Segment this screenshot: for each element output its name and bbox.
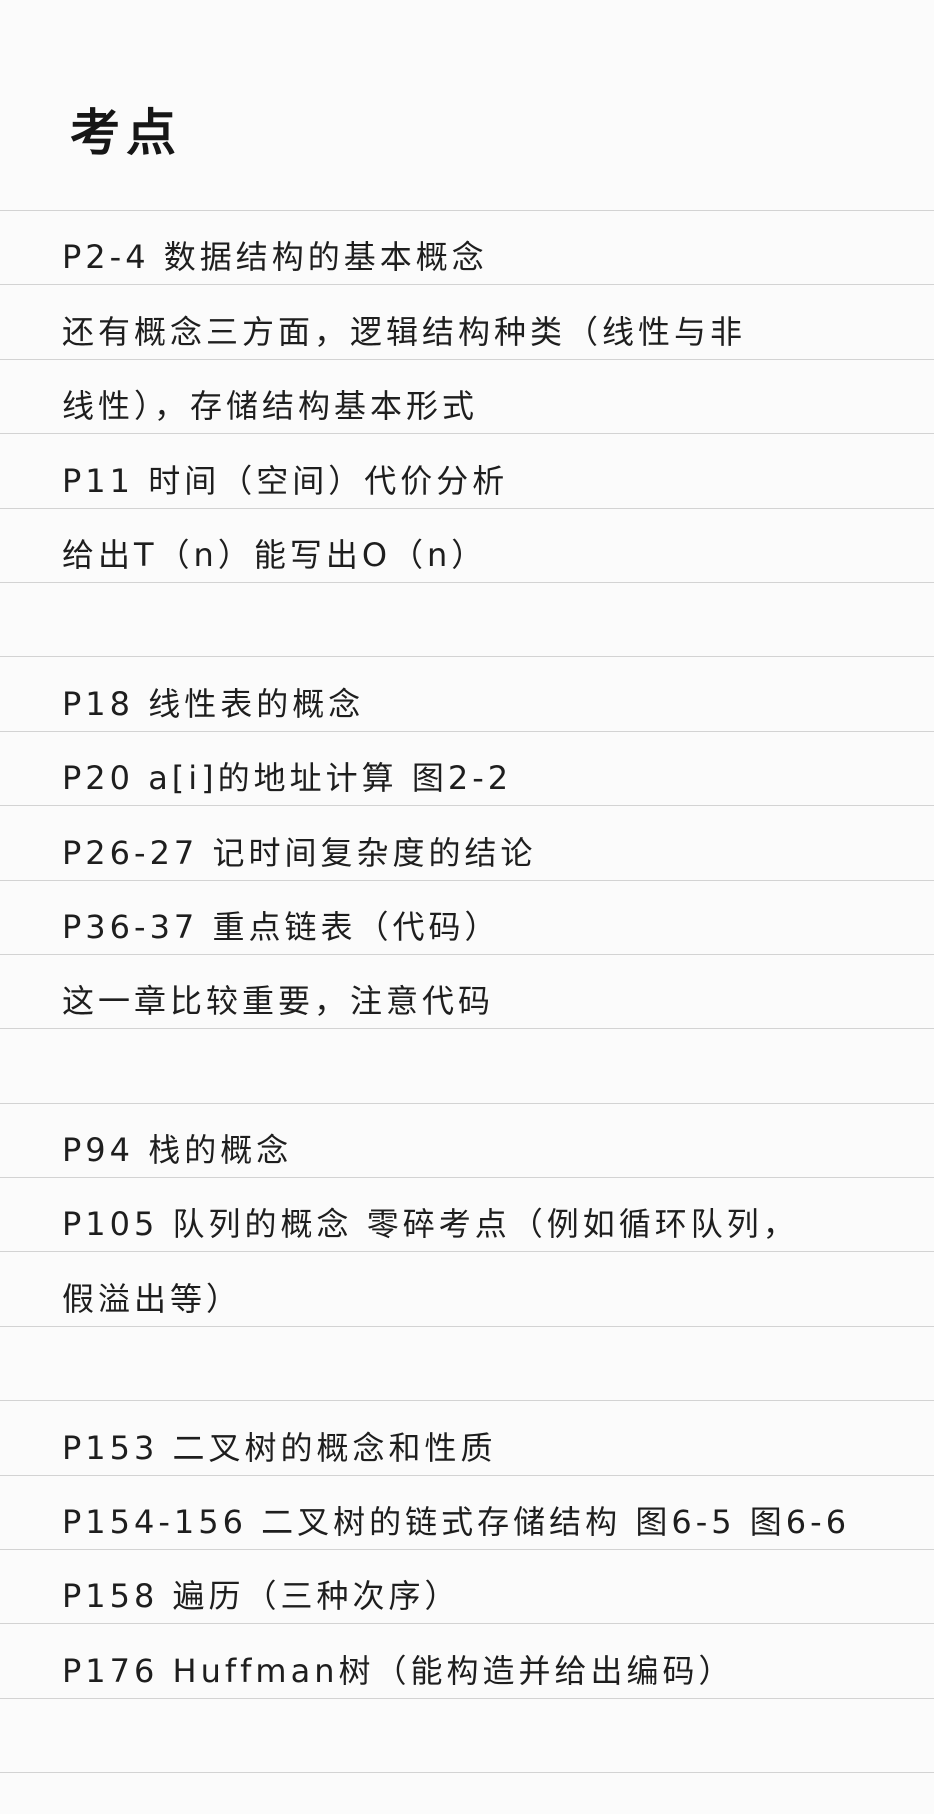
note-line: 假溢出等） <box>0 1252 934 1327</box>
note-text: 线性），存储结构基本形式 <box>62 387 479 426</box>
note-text: P36-37 重点链表（代码） <box>62 907 501 946</box>
note-line: 这一章比较重要，注意代码 <box>0 955 934 1030</box>
note-line: 还有概念三方面，逻辑结构种类（线性与非 <box>0 285 934 360</box>
notes-page: 考点 P2-4 数据结构的基本概念 还有概念三方面，逻辑结构种类（线性与非 线性… <box>0 0 934 1814</box>
note-text: P158 遍历（三种次序） <box>62 1577 461 1616</box>
note-line <box>0 1327 934 1402</box>
note-line <box>0 583 934 658</box>
note-line: 给出T（n）能写出O（n） <box>0 509 934 583</box>
note-text: P153 二叉树的概念和性质 <box>62 1428 497 1467</box>
note-line: 线性），存储结构基本形式 <box>0 360 934 435</box>
note-text: P18 线性表的概念 <box>62 684 365 723</box>
note-text: 假溢出等） <box>62 1279 243 1318</box>
note-line: P36-37 重点链表（代码） <box>0 881 934 955</box>
note-line: P158 遍历（三种次序） <box>0 1550 934 1625</box>
note-line: P26-27 记时间复杂度的结论 <box>0 806 934 881</box>
note-line: P18 线性表的概念 <box>0 657 934 732</box>
note-line: P11 时间（空间）代价分析 <box>0 434 934 509</box>
note-line: P153 二叉树的概念和性质 <box>0 1401 934 1476</box>
note-line: P154-156 二叉树的链式存储结构 图6-5 图6-6 <box>0 1476 934 1551</box>
note-line <box>0 1029 934 1104</box>
note-text: P26-27 记时间复杂度的结论 <box>62 833 537 872</box>
note-text: P94 栈的概念 <box>62 1131 293 1170</box>
page-title: 考点 <box>70 104 182 162</box>
note-line: P2-4 数据结构的基本概念 <box>0 211 934 286</box>
note-text: 这一章比较重要，注意代码 <box>62 982 495 1021</box>
note-text: P105 队列的概念 零碎考点（例如循环队列， <box>62 1205 799 1244</box>
note-text: P11 时间（空间）代价分析 <box>62 461 509 500</box>
note-text: 还有概念三方面，逻辑结构种类（线性与非 <box>62 312 747 351</box>
note-line <box>0 1699 934 1774</box>
ruled-lines: P2-4 数据结构的基本概念 还有概念三方面，逻辑结构种类（线性与非 线性），存… <box>0 210 934 1774</box>
note-text: P176 Huffman树（能构造并给出编码） <box>62 1651 735 1690</box>
note-text: 给出T（n）能写出O（n） <box>62 535 488 574</box>
note-line: P176 Huffman树（能构造并给出编码） <box>0 1624 934 1699</box>
note-line: P94 栈的概念 <box>0 1104 934 1179</box>
note-line: P20 a[i]的地址计算 图2-2 <box>0 732 934 807</box>
note-text: P20 a[i]的地址计算 图2-2 <box>62 759 513 798</box>
note-text: P154-156 二叉树的链式存储结构 图6-5 图6-6 <box>62 1503 851 1542</box>
note-text: P2-4 数据结构的基本概念 <box>62 238 488 277</box>
note-line: P105 队列的概念 零碎考点（例如循环队列， <box>0 1178 934 1253</box>
